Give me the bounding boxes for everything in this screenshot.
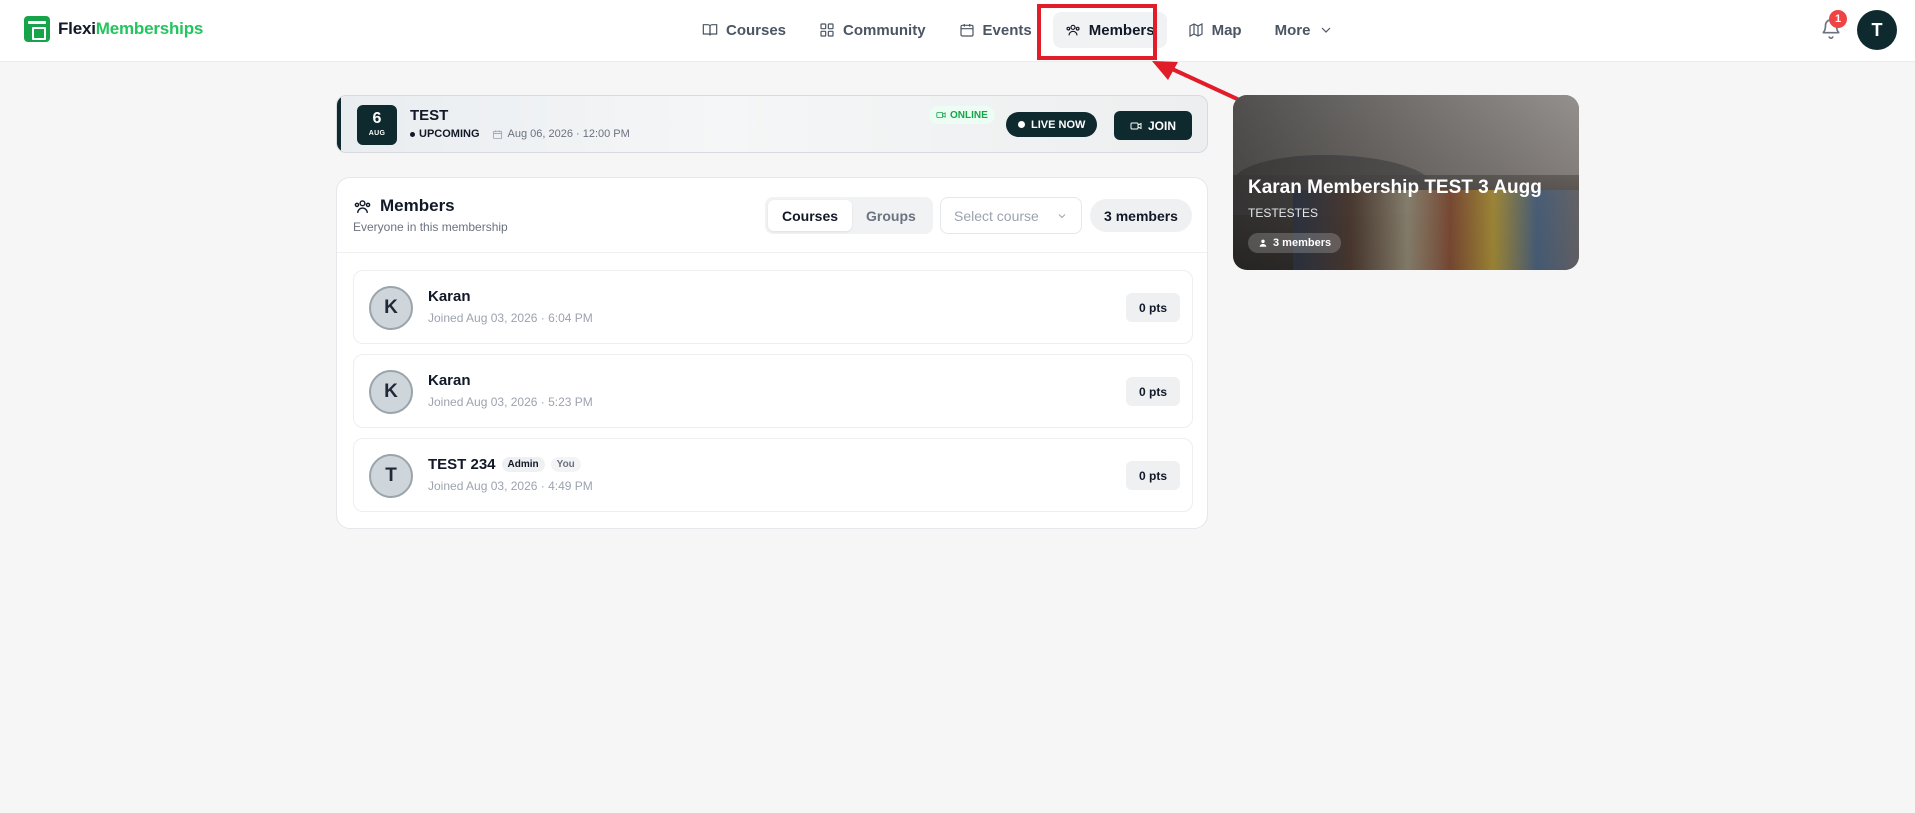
user-icon xyxy=(1259,239,1267,247)
nav-item-label: Events xyxy=(982,21,1032,39)
event-banner[interactable]: 6 AUG TEST UPCOMING Aug 06, 2026 · 12:00… xyxy=(336,95,1208,153)
event-datetime: Aug 06, 2026 · 12:00 PM xyxy=(492,128,630,140)
member-points-badge: 0 pts xyxy=(1126,461,1180,490)
users-icon xyxy=(1066,24,1080,36)
nav-item-more[interactable]: More xyxy=(1263,12,1347,48)
tab-groups[interactable]: Groups xyxy=(852,200,930,231)
status-dot-icon xyxy=(410,131,415,137)
select-course-placeholder: Select course xyxy=(954,207,1039,224)
select-course-dropdown[interactable]: Select course xyxy=(940,197,1082,234)
nav-item-label: More xyxy=(1274,21,1311,39)
members-header: Members Everyone in this membership xyxy=(353,196,508,234)
member-name: TEST 234 Admin You xyxy=(428,456,581,473)
brand-logo[interactable]: FlexiMemberships xyxy=(24,16,203,42)
live-dot-icon xyxy=(1018,121,1025,128)
join-button-label: JOIN xyxy=(1147,118,1176,133)
member-joined: Joined Aug 03, 2026 · 6:04 PM xyxy=(428,311,593,325)
nav-item-members[interactable]: Members xyxy=(1052,12,1167,48)
users-icon xyxy=(354,199,371,213)
member-name-text: Karan xyxy=(428,372,471,389)
member-row[interactable]: K Karan Joined Aug 03, 2026 · 6:04 PM 0 … xyxy=(353,270,1193,344)
brand-name: FlexiMemberships xyxy=(58,19,203,39)
main-nav: Courses Community Events Members Map Mor… xyxy=(690,8,1355,52)
event-month: AUG xyxy=(368,130,386,137)
nav-item-courses[interactable]: Courses xyxy=(690,12,798,48)
member-points-badge: 0 pts xyxy=(1126,293,1180,322)
member-name-text: TEST 234 xyxy=(428,456,496,473)
nav-item-community[interactable]: Community xyxy=(807,12,938,48)
membership-members-label: 3 members xyxy=(1273,237,1332,249)
event-status-label: UPCOMING xyxy=(419,128,480,140)
nav-item-map[interactable]: Map xyxy=(1176,12,1254,48)
tab-courses[interactable]: Courses xyxy=(768,200,853,231)
calendar-icon xyxy=(959,24,974,37)
logo-icon xyxy=(24,16,50,42)
member-joined: Joined Aug 03, 2026 · 4:49 PM xyxy=(428,479,593,493)
members-card: Members Everyone in this membership Cour… xyxy=(336,177,1208,529)
grid-icon xyxy=(820,23,834,37)
admin-badge: Admin xyxy=(501,457,545,472)
you-badge: You xyxy=(550,457,581,472)
membership-members-badge: 3 members xyxy=(1248,233,1342,253)
online-badge-label: ONLINE xyxy=(950,109,988,121)
members-count-badge: 3 members xyxy=(1090,199,1192,232)
member-avatar: K xyxy=(369,370,413,414)
member-row[interactable]: T TEST 234 Admin You Joined Aug 03, 2026… xyxy=(353,438,1193,512)
event-status: UPCOMING xyxy=(410,128,480,140)
nav-item-label: Map xyxy=(1211,21,1242,39)
event-datetime-label: Aug 06, 2026 · 12:00 PM xyxy=(507,128,630,140)
member-name-text: Karan xyxy=(428,288,471,305)
user-avatar[interactable]: T xyxy=(1857,10,1897,50)
members-title: Members xyxy=(353,196,508,216)
header-divider xyxy=(337,252,1207,253)
members-filter-tabs: Courses Groups xyxy=(765,197,933,234)
member-avatar: T xyxy=(369,454,413,498)
top-navigation-bar: FlexiMemberships Courses Community Event… xyxy=(0,0,1915,62)
video-icon xyxy=(936,112,946,118)
live-now-badge[interactable]: LIVE NOW xyxy=(1006,112,1098,137)
event-date-tile: 6 AUG xyxy=(357,105,397,145)
event-title: TEST xyxy=(410,107,449,124)
video-icon xyxy=(1130,122,1142,129)
calendar-icon xyxy=(492,129,502,139)
chevron-down-icon xyxy=(1322,27,1331,33)
member-joined: Joined Aug 03, 2026 · 5:23 PM xyxy=(428,395,593,409)
map-icon xyxy=(1188,23,1203,37)
nav-item-label: Courses xyxy=(726,21,787,39)
membership-subtitle: TESTESTES xyxy=(1248,206,1319,220)
member-row[interactable]: K Karan Joined Aug 03, 2026 · 5:23 PM 0 … xyxy=(353,354,1193,428)
member-points-badge: 0 pts xyxy=(1126,377,1180,406)
member-name: Karan xyxy=(428,372,471,389)
event-day: 6 xyxy=(372,110,382,127)
nav-item-label: Members xyxy=(1088,21,1155,39)
brand-name-part2: Memberships xyxy=(95,19,204,38)
member-name: Karan xyxy=(428,288,471,305)
membership-card[interactable]: Karan Membership TEST 3 Augg TESTESTES 3… xyxy=(1233,95,1579,270)
membership-title: Karan Membership TEST 3 Augg xyxy=(1248,177,1542,198)
online-badge: ONLINE xyxy=(929,106,995,124)
notification-count-badge: 1 xyxy=(1829,10,1847,28)
live-now-label: LIVE NOW xyxy=(1031,118,1086,131)
book-icon xyxy=(702,24,718,36)
nav-item-events[interactable]: Events xyxy=(947,12,1044,48)
brand-name-part1: Flexi xyxy=(58,19,96,38)
join-button[interactable]: JOIN xyxy=(1114,111,1192,140)
members-title-text: Members xyxy=(380,196,455,215)
member-avatar: K xyxy=(369,286,413,330)
nav-item-label: Community xyxy=(843,21,926,39)
members-subtitle: Everyone in this membership xyxy=(353,220,508,234)
event-meta: UPCOMING Aug 06, 2026 · 12:00 PM xyxy=(410,128,630,140)
chevron-down-icon xyxy=(1058,213,1066,218)
